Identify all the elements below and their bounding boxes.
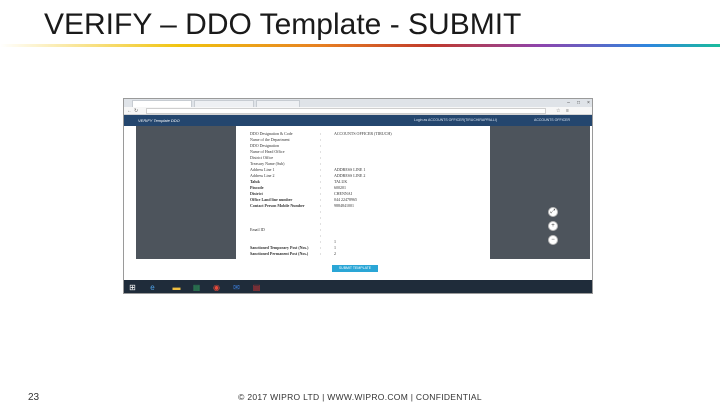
form-row: Sanctioned Permanent Post (Nos.) : 2	[250, 251, 336, 256]
outlook-icon[interactable]: ✉	[232, 283, 241, 292]
app-header: VERIFY Template DDO Login as ACCOUNTS OF…	[124, 115, 592, 126]
back-icon[interactable]: ←	[127, 108, 132, 114]
browser-tab-bar: – □ ×	[124, 99, 592, 107]
menu-icon[interactable]: ≡	[566, 108, 569, 114]
submit-template-button[interactable]: SUBMIT TEMPLATE	[332, 265, 378, 272]
pdf-icon[interactable]: ▤	[252, 283, 261, 292]
reload-icon[interactable]: ↻	[134, 108, 138, 114]
left-panel	[136, 126, 236, 259]
footer-text: © 2017 WIPRO LTD | WWW.WIPRO.COM | CONFI…	[238, 392, 482, 402]
user-menu[interactable]: ACCOUNTS OFFICER	[534, 118, 570, 122]
slide-title: VERIFY – DDO Template - SUBMIT	[44, 8, 522, 41]
minimize-icon[interactable]: –	[564, 99, 573, 107]
zoom-reset-icon[interactable]: ⤢	[548, 207, 558, 217]
title-divider	[0, 44, 720, 47]
ie-icon[interactable]: e	[148, 283, 157, 292]
chrome-icon[interactable]: ◉	[212, 283, 221, 292]
spreadsheet-icon[interactable]: ▦	[192, 283, 201, 292]
zoom-out-icon[interactable]: −	[548, 235, 558, 245]
folder-icon[interactable]: ▬	[172, 283, 181, 292]
address-bar: ← ↻ ☆ ≡	[124, 107, 592, 115]
form-row-value: 2	[334, 251, 336, 256]
maximize-icon[interactable]: □	[574, 99, 583, 107]
close-icon[interactable]: ×	[584, 99, 592, 107]
zoom-in-icon[interactable]: +	[548, 221, 558, 231]
app-brand: VERIFY Template DDO	[138, 118, 180, 123]
windows-start-icon[interactable]: ⊞	[128, 283, 137, 292]
browser-tab-3[interactable]	[256, 100, 300, 107]
browser-screenshot: – □ × ← ↻ ☆ ≡ VERIFY Template DDO Login …	[123, 98, 593, 294]
url-input[interactable]	[146, 108, 546, 114]
login-label: Login as ACCOUNTS OFFICER(TIRUCHIRAPPALL…	[414, 118, 497, 122]
template-form: DDO Designation & Code : ACCOUNTS OFFICE…	[236, 126, 490, 259]
browser-tab-1[interactable]	[132, 100, 192, 107]
form-row-label: Sanctioned Permanent Post (Nos.)	[250, 251, 309, 256]
browser-tab-2[interactable]	[194, 100, 254, 107]
right-panel	[490, 126, 590, 259]
windows-taskbar: ⊞ e ▬ ▦ ◉ ✉ ▤	[124, 280, 592, 293]
star-icon[interactable]: ☆	[556, 108, 560, 114]
